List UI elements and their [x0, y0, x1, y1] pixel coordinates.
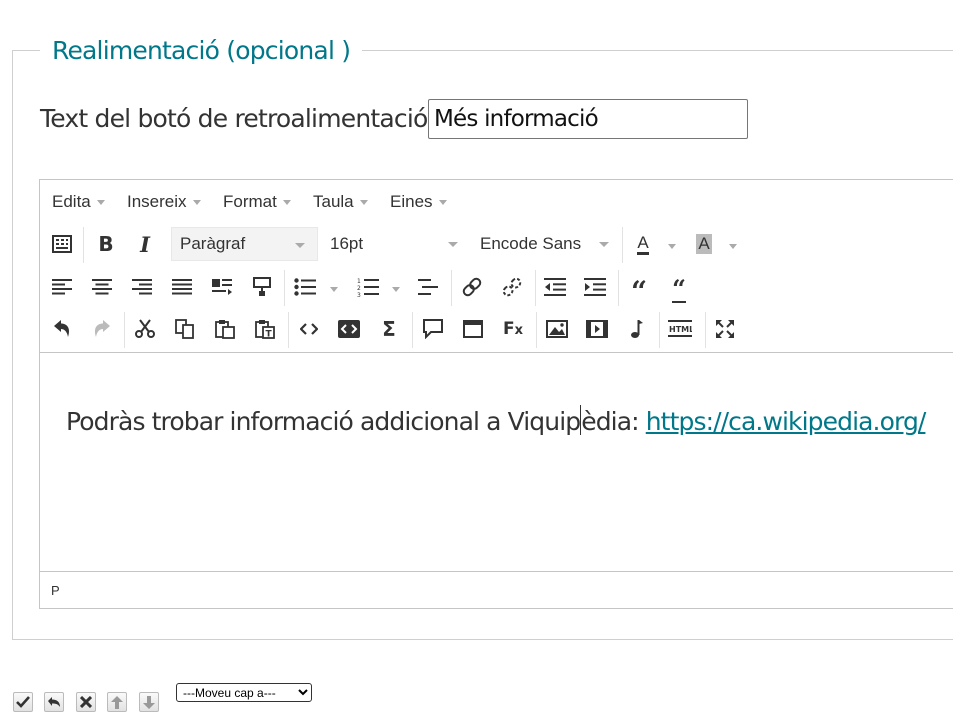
text-direction-icon[interactable] — [207, 272, 237, 302]
indent-list-icon[interactable] — [413, 272, 443, 302]
menu-edit[interactable]: Edita — [52, 192, 105, 212]
menu-tools[interactable]: Eines — [390, 192, 447, 212]
menu-insert-label: Insereix — [127, 192, 187, 211]
comment-icon[interactable] — [418, 314, 448, 344]
font-size-select[interactable]: 16pt — [322, 227, 470, 261]
toolbar-toggle-icon[interactable] — [47, 229, 77, 259]
code-block-icon[interactable] — [334, 314, 364, 344]
align-left-icon[interactable] — [47, 272, 77, 302]
window-icon[interactable] — [458, 314, 488, 344]
link-icon[interactable] — [457, 272, 487, 302]
align-center-icon[interactable] — [87, 272, 117, 302]
format-painter-icon[interactable] — [247, 272, 277, 302]
feedback-button-label: Text del botó de retroalimentació: — [40, 104, 436, 133]
content-text-before-cursor: Podràs trobar informació addicional a Vi… — [66, 407, 581, 436]
svg-text:1: 1 — [357, 278, 361, 285]
svg-text:T: T — [266, 330, 273, 340]
align-justify-icon[interactable] — [167, 272, 197, 302]
quote-icon[interactable]: “ — [664, 272, 694, 303]
code-icon[interactable] — [294, 314, 324, 344]
block-format-select[interactable]: Paràgraf — [171, 227, 318, 261]
numbered-list-icon[interactable]: 123 — [353, 272, 383, 302]
image-icon[interactable] — [542, 314, 572, 344]
content-paragraph: Podràs trobar informació addicional a Vi… — [66, 405, 927, 436]
editor-content-area[interactable]: Podràs trobar informació addicional a Vi… — [40, 352, 953, 573]
check-icon[interactable] — [13, 692, 33, 712]
menu-insert[interactable]: Insereix — [127, 192, 201, 212]
sigma-icon[interactable]: Σ — [374, 314, 404, 344]
bullet-list-icon[interactable] — [290, 272, 320, 302]
text-color-icon[interactable]: A — [628, 229, 658, 259]
svg-text:HTML: HTML — [669, 325, 692, 334]
video-icon[interactable] — [582, 314, 612, 344]
music-icon[interactable] — [622, 314, 652, 344]
menu-tools-label: Eines — [390, 192, 433, 211]
copy-icon[interactable] — [170, 314, 200, 344]
menu-format-label: Format — [223, 192, 277, 211]
editor-statusbar: P — [40, 571, 953, 609]
editor-menubar: Edita Insereix Format Taula Eines — [40, 180, 953, 222]
undo-icon[interactable] — [47, 314, 77, 344]
formula-icon[interactable]: Fx — [498, 314, 528, 344]
html-icon[interactable]: HTML — [665, 314, 695, 344]
cut-icon[interactable] — [130, 314, 160, 344]
font-family-value: Encode Sans — [480, 234, 582, 253]
move-up-icon[interactable] — [107, 692, 127, 712]
reply-icon[interactable] — [44, 692, 64, 712]
bold-icon[interactable]: B — [91, 229, 121, 259]
font-family-select[interactable]: Encode Sans — [471, 227, 621, 261]
toolbar-row-2: 123 “ “ — [40, 266, 953, 308]
block-format-value: Paràgraf — [180, 234, 246, 253]
menu-edit-label: Edita — [52, 192, 91, 211]
font-size-value: 16pt — [330, 234, 364, 253]
text-color-letter: A — [637, 233, 649, 255]
paste-text-icon[interactable]: T — [250, 314, 280, 344]
element-path[interactable]: P — [51, 583, 60, 598]
wikipedia-link[interactable]: https://ca.wikipedia.org/ — [646, 407, 927, 436]
blockquote-icon[interactable]: “ — [624, 272, 654, 306]
redo-icon[interactable] — [87, 314, 117, 344]
delete-icon[interactable] — [76, 692, 96, 712]
background-color-icon[interactable]: A — [689, 229, 719, 259]
feedback-button-text-input[interactable] — [428, 99, 748, 139]
rich-text-editor: Edita Insereix Format Taula Eines B I Pa… — [39, 179, 953, 609]
svg-text:3: 3 — [357, 292, 361, 297]
menu-table-label: Taula — [313, 192, 354, 211]
paste-icon[interactable] — [210, 314, 240, 344]
menu-format[interactable]: Format — [223, 192, 291, 212]
menu-table[interactable]: Taula — [313, 192, 368, 212]
background-color-letter: A — [696, 234, 712, 254]
toolbar-row-3: T Σ Fx HTML — [40, 308, 953, 350]
fieldset-legend: Realimentació (opcional ) — [40, 34, 363, 68]
move-down-icon[interactable] — [139, 692, 159, 712]
align-right-icon[interactable] — [127, 272, 157, 302]
italic-icon[interactable]: I — [130, 229, 160, 259]
fullscreen-icon[interactable] — [710, 314, 740, 344]
toolbar-row-1: B I Paràgraf 16pt Encode Sans A A — [40, 223, 953, 265]
move-to-select[interactable]: ---Moveu cap a--- — [176, 683, 312, 702]
content-text-after-cursor: èdia: — [581, 407, 646, 436]
svg-text:2: 2 — [357, 285, 361, 292]
outdent-icon[interactable] — [540, 272, 570, 302]
unlink-icon[interactable] — [497, 272, 527, 302]
indent-icon[interactable] — [580, 272, 610, 302]
